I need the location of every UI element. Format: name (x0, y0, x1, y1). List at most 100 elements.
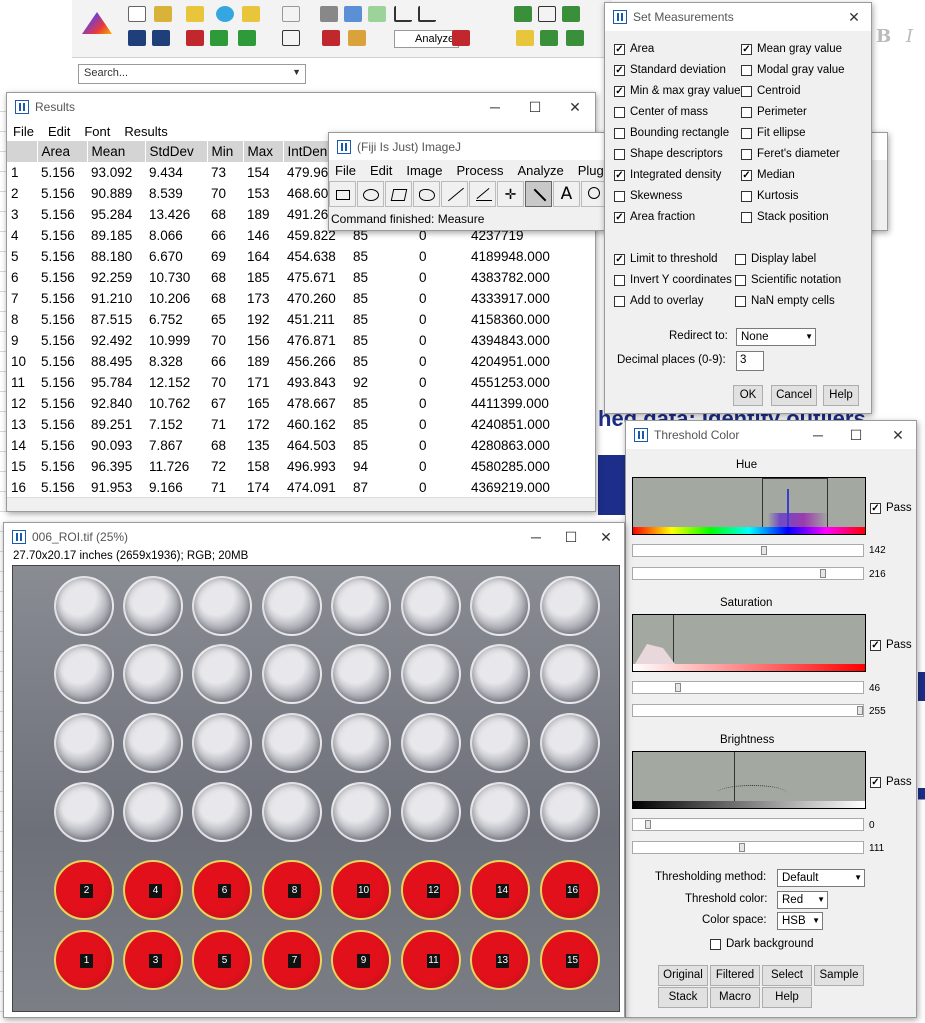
saturation-pass-checkbox[interactable]: ✓ Pass (870, 639, 912, 651)
checkbox-feret-s-diameter[interactable]: Feret's diameter (741, 148, 840, 160)
hue-min-slider[interactable] (632, 544, 864, 557)
checkbox-invert-y-coordinates[interactable]: Invert Y coordinates (614, 274, 732, 286)
col-area[interactable]: Area (37, 141, 88, 162)
cut-icon[interactable] (320, 6, 338, 22)
checkbox-area[interactable]: ✓ Area (614, 43, 654, 55)
clipboard-icon[interactable] (322, 30, 340, 46)
sample-button[interactable]: Sample (814, 965, 864, 986)
close-icon[interactable]: ✕ (553, 93, 595, 121)
roi-well[interactable]: 7 (262, 930, 322, 990)
open-file-icon[interactable] (154, 6, 172, 22)
checkbox-display-label[interactable]: Display label (735, 253, 816, 265)
col-max[interactable]: Max (243, 141, 284, 162)
menu-image[interactable]: Image (400, 163, 450, 178)
table-icon[interactable] (452, 30, 470, 46)
brightness-pass-checkbox[interactable]: ✓ Pass (870, 776, 912, 788)
redirect-select[interactable]: None (736, 328, 816, 346)
roi-well[interactable]: 8 (262, 860, 322, 920)
help-button[interactable]: Help (823, 385, 859, 406)
polygon-tool-icon[interactable] (385, 181, 412, 207)
roi-well[interactable]: 11 (401, 930, 461, 990)
col-mean[interactable]: Mean (87, 141, 146, 162)
menu-analyze[interactable]: Analyze (511, 163, 571, 178)
cancel-button[interactable]: Cancel (771, 385, 817, 406)
table-row[interactable]: 15 5.156 96.395 11.726 72 158 496.993 94 0 458028… (7, 456, 591, 477)
checkbox-stack-position[interactable]: Stack position (741, 211, 829, 223)
menu-results[interactable]: Results (118, 124, 175, 139)
roi-well[interactable]: 2 (54, 860, 114, 920)
table-row[interactable]: 12 5.156 92.840 10.762 67 165 478.667 85 0 441139… (7, 393, 591, 414)
grid-icon[interactable] (540, 30, 558, 46)
rectangle-tool-icon[interactable] (329, 181, 356, 207)
checkbox-modal-gray-value[interactable]: Modal gray value (741, 64, 845, 76)
checkbox-center-of-mass[interactable]: Center of mass (614, 106, 708, 118)
magic-wand-icon[interactable] (242, 6, 260, 22)
table-row[interactable]: 10 5.156 88.495 8.328 66 189 456.266 85 0 4204951… (7, 351, 591, 372)
check-icon[interactable] (562, 6, 580, 22)
stats-icon[interactable] (514, 6, 532, 22)
add-icon[interactable] (210, 30, 228, 46)
text-tool-icon[interactable]: A (553, 181, 580, 207)
insert-icon[interactable] (238, 30, 256, 46)
method-select[interactable]: Default (777, 869, 865, 887)
chart-icon[interactable] (394, 6, 412, 22)
saturation-min-slider[interactable] (632, 681, 864, 694)
roi-well[interactable]: 14 (470, 860, 530, 920)
checkbox-mean-gray-value[interactable]: ✓ Mean gray value (741, 43, 842, 55)
minimize-icon[interactable]: ─ (473, 93, 517, 121)
wand-tool-icon[interactable] (525, 181, 552, 207)
roi-well[interactable]: 5 (192, 930, 252, 990)
help-button[interactable]: Help (762, 987, 812, 1008)
plate-image-canvas[interactable]: 2 4 6 8 10 12 14 16 1 3 5 7 9 11 13 15 (12, 565, 620, 1012)
table-row[interactable]: 13 5.156 89.251 7.152 71 172 460.162 85 0 4240851… (7, 414, 591, 435)
saturation-max-slider[interactable] (632, 704, 864, 717)
checkbox-integrated-density[interactable]: ✓ Integrated density (614, 169, 721, 181)
checkbox-skewness[interactable]: Skewness (614, 190, 682, 202)
stack-button[interactable]: Stack (658, 987, 708, 1008)
table-row[interactable]: 6 5.156 92.259 10.730 68 185 475.671 85 0 4383782… (7, 267, 591, 288)
table-row[interactable]: 14 5.156 90.093 7.867 68 135 464.503 85 0 4280863… (7, 435, 591, 456)
maximize-icon[interactable]: ☐ (834, 421, 878, 449)
checkbox-centroid[interactable]: Centroid (741, 85, 800, 97)
checkbox-area-fraction[interactable]: ✓ Area fraction (614, 211, 695, 223)
menu-font[interactable]: Font (78, 124, 118, 139)
oval-tool-icon[interactable] (357, 181, 384, 207)
close-icon[interactable]: ✕ (837, 3, 871, 31)
menu-edit[interactable]: Edit (364, 163, 400, 178)
dark-background-checkbox[interactable]: Dark background (710, 938, 814, 950)
macro-button[interactable]: Macro (710, 987, 760, 1008)
checkbox-add-to-overlay[interactable]: Add to overlay (614, 295, 704, 307)
table-row[interactable]: 7 5.156 91.210 10.206 68 173 470.260 85 0 4333917… (7, 288, 591, 309)
transform-icon[interactable] (538, 6, 556, 22)
search-input[interactable]: Search... ▼ (78, 64, 306, 84)
menu-process[interactable]: Process (451, 163, 512, 178)
menu-file[interactable]: File (329, 163, 364, 178)
table-row[interactable]: 9 5.156 92.492 10.999 70 156 476.871 85 0 4394843… (7, 330, 591, 351)
angle-tool-icon[interactable] (469, 181, 496, 207)
table-row[interactable]: 5 5.156 88.180 6.670 69 164 454.638 85 0 4189948.… (7, 246, 591, 267)
freehand-tool-icon[interactable] (413, 181, 440, 207)
roi-well[interactable]: 3 (123, 930, 183, 990)
table-row[interactable]: 11 5.156 95.784 12.152 70 171 493.843 92 0 455125… (7, 372, 591, 393)
roi-well[interactable]: 1 (54, 930, 114, 990)
roi-well[interactable]: 12 (401, 860, 461, 920)
line-tool-icon[interactable] (441, 181, 468, 207)
brightness-min-slider[interactable] (632, 818, 864, 831)
brightness-max-slider[interactable] (632, 841, 864, 854)
col-stddev[interactable]: StdDev (145, 141, 208, 162)
roi-well[interactable]: 16 (540, 860, 600, 920)
menu-edit[interactable]: Edit (42, 124, 78, 139)
filtered-button[interactable]: Filtered (710, 965, 760, 986)
col-index[interactable] (7, 141, 38, 162)
copy-icon[interactable] (344, 6, 362, 22)
delete-icon[interactable] (186, 30, 204, 46)
select-button[interactable]: Select (762, 965, 812, 986)
table-row[interactable]: 8 5.156 87.515 6.752 65 192 451.211 85 0 4158360.… (7, 309, 591, 330)
close-icon[interactable]: ✕ (876, 421, 916, 449)
new-file-icon[interactable] (128, 6, 146, 22)
maximize-icon[interactable]: ☐ (513, 93, 557, 121)
decimal-places-input[interactable]: 3 (736, 351, 764, 371)
paste-special-icon[interactable] (368, 6, 386, 22)
bold-button[interactable]: B (876, 26, 891, 47)
point-tool-icon[interactable]: ✛ (497, 181, 524, 207)
